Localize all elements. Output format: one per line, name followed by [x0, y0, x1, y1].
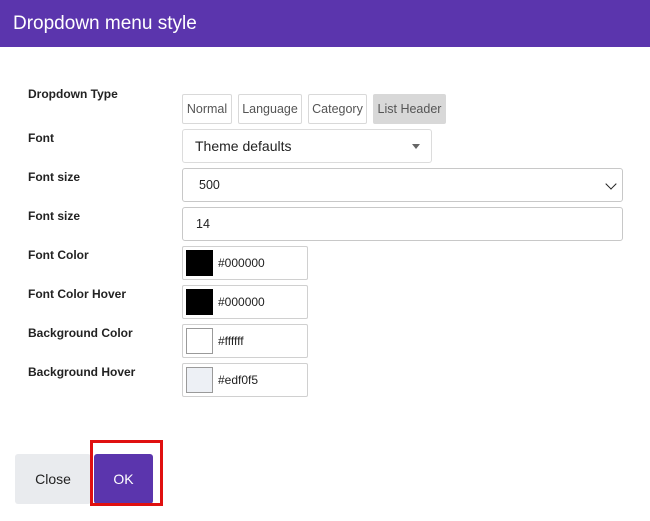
font-color-hover-swatch[interactable] [186, 289, 213, 315]
ok-button-highlight [90, 440, 163, 506]
font-color-label: Font Color [28, 248, 89, 262]
caret-down-icon [412, 144, 420, 149]
type-option-category[interactable]: Category [308, 94, 367, 124]
background-hover-label: Background Hover [28, 365, 136, 379]
dialog-title: Dropdown menu style [13, 13, 197, 34]
font-weight-select[interactable]: 500 [182, 168, 623, 202]
font-label: Font [28, 131, 54, 145]
dropdown-type-label: Dropdown Type [28, 87, 118, 101]
font-color-field[interactable]: #000000 [182, 246, 308, 280]
dialog-header: Dropdown menu style [0, 0, 650, 47]
font-color-swatch[interactable] [186, 250, 213, 276]
background-color-field[interactable]: #ffffff [182, 324, 308, 358]
font-color-value: #000000 [218, 256, 265, 270]
font-select[interactable]: Theme defaults [182, 129, 432, 163]
font-color-hover-value: #000000 [218, 295, 265, 309]
font-size-label: Font size [28, 209, 81, 223]
font-color-hover-field[interactable]: #000000 [182, 285, 308, 319]
background-color-value: #ffffff [218, 334, 244, 348]
type-option-list-header[interactable]: List Header [373, 94, 446, 124]
close-button[interactable]: Close [15, 454, 91, 504]
type-option-normal[interactable]: Normal [182, 94, 232, 124]
font-select-value: Theme defaults [195, 138, 292, 154]
type-option-language[interactable]: Language [238, 94, 302, 124]
font-color-hover-label: Font Color Hover [28, 287, 126, 301]
background-color-swatch[interactable] [186, 328, 213, 354]
font-weight-value: 500 [199, 178, 220, 192]
chevron-down-icon [605, 178, 617, 190]
font-size-value: 14 [196, 217, 210, 231]
background-hover-value: #edf0f5 [218, 373, 259, 387]
font-weight-label: Font size [28, 170, 81, 184]
font-size-input[interactable]: 14 [182, 207, 623, 241]
background-hover-swatch[interactable] [186, 367, 213, 393]
background-hover-field[interactable]: #edf0f5 [182, 363, 308, 397]
background-color-label: Background Color [28, 326, 133, 340]
